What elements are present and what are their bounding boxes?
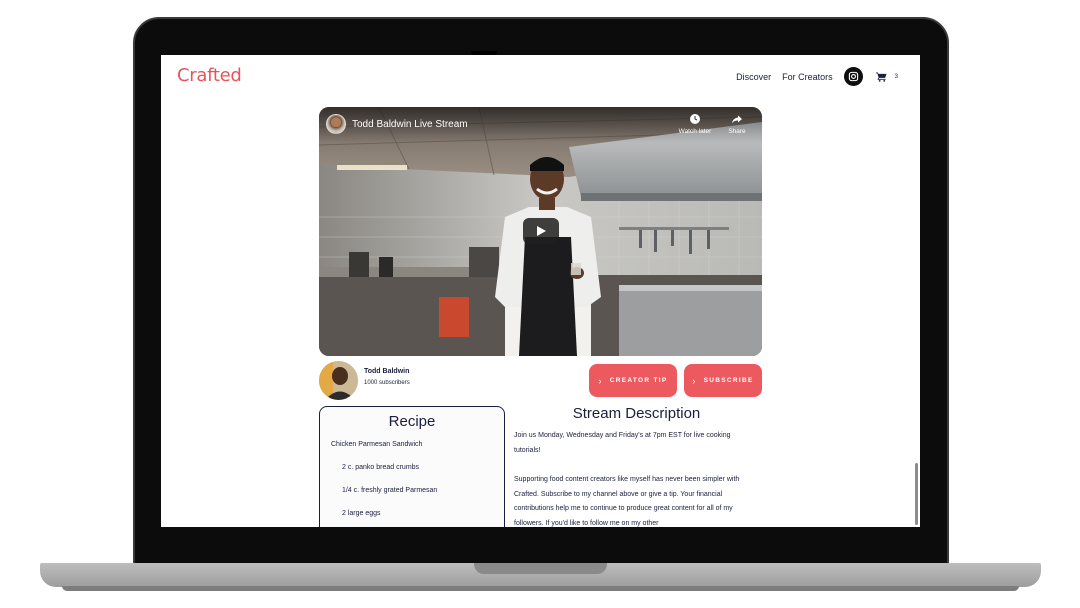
creator-tip-label: CREATOR TIP	[609, 377, 668, 384]
watch-later-label: Watch later	[678, 128, 712, 135]
cart-icon	[875, 71, 887, 82]
description-paragraph: Join us Monday, Wednesday and Friday's a…	[514, 432, 731, 454]
share-button[interactable]: Share	[717, 113, 757, 135]
play-icon	[537, 226, 546, 236]
creator-avatar[interactable]	[319, 361, 358, 400]
play-button[interactable]	[523, 218, 559, 244]
video-title[interactable]: Todd Baldwin Live Stream	[352, 119, 468, 130]
share-icon	[732, 115, 742, 124]
nav-discover[interactable]: Discover	[736, 72, 771, 82]
chevron-right-icon: ›	[692, 375, 697, 386]
laptop-base-lip	[62, 586, 1019, 591]
creator-tip-button[interactable]: › CREATOR TIP	[589, 364, 677, 397]
subscribe-button[interactable]: › SUBSCRIBE	[684, 364, 762, 397]
top-nav: Discover For Creators 3	[736, 67, 898, 86]
share-label: Share	[728, 128, 746, 135]
video-player[interactable]: Todd Baldwin Live Stream Watch later Sha…	[319, 107, 762, 356]
cart-button[interactable]: 3	[875, 71, 898, 82]
page-scrollbar[interactable]	[915, 463, 918, 525]
laptop-thumb-notch	[474, 563, 607, 574]
ingredient-item: 2 large eggs	[342, 510, 381, 517]
recipe-card: Recipe Chicken Parmesan Sandwich 2 c. pa…	[319, 406, 505, 527]
chevron-right-icon: ›	[598, 375, 603, 386]
nav-for-creators[interactable]: For Creators	[782, 72, 833, 82]
cart-count: 3	[894, 73, 898, 80]
description-paragraph: Supporting food content creators like my…	[514, 476, 740, 527]
subscribe-label: SUBSCRIBE	[703, 377, 754, 384]
recipe-title: Recipe	[388, 413, 436, 430]
ingredient-item: 2 c. panko bread crumbs	[342, 464, 420, 471]
creator-name[interactable]: Todd Baldwin	[364, 368, 409, 375]
ingredient-item: 1/4 c. freshly grated Parmesan	[342, 487, 438, 494]
subscriber-count: 1000 subscribers	[364, 380, 410, 386]
instagram-icon[interactable]	[843, 67, 863, 86]
watch-later-button[interactable]: Watch later	[675, 113, 715, 135]
clock-icon	[690, 114, 700, 124]
site-logo[interactable]: Crafted	[177, 65, 242, 86]
stream-description-title: Stream Description	[572, 405, 701, 422]
browser-viewport[interactable]: Crafted Discover For Creators 3 Todd Bal…	[161, 55, 920, 527]
recipe-dish-name: Chicken Parmesan Sandwich	[331, 441, 423, 448]
channel-avatar[interactable]	[326, 114, 346, 134]
